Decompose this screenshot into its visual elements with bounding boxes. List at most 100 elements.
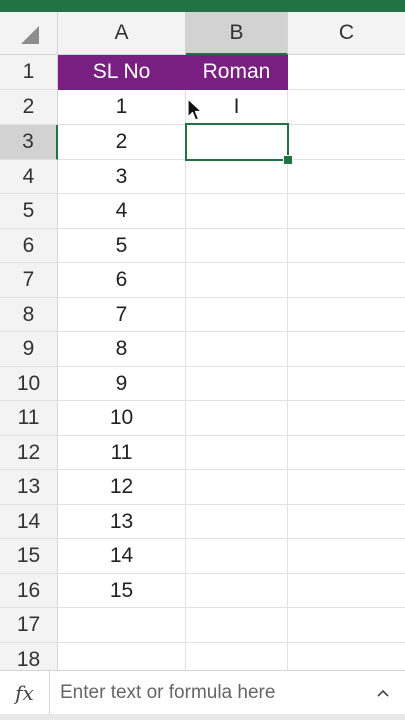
cell-b6[interactable] xyxy=(186,229,288,263)
cell-b17[interactable] xyxy=(186,608,288,643)
cell-c14[interactable] xyxy=(288,505,405,539)
cell-c11[interactable] xyxy=(288,401,405,436)
row-label: 7 xyxy=(22,268,35,291)
row-header-6[interactable]: 6 xyxy=(0,229,58,263)
cell-value: 10 xyxy=(109,406,134,429)
row-header-4[interactable]: 4 xyxy=(0,160,58,194)
cell-c4[interactable] xyxy=(288,160,405,194)
bottom-strip xyxy=(0,714,405,720)
cell-a16[interactable]: 15 xyxy=(58,574,186,608)
cell-c5[interactable] xyxy=(288,194,405,229)
cell-c1[interactable] xyxy=(288,55,405,90)
cell-c16[interactable] xyxy=(288,574,405,608)
cell-a4[interactable]: 3 xyxy=(58,160,186,194)
cell-c6[interactable] xyxy=(288,229,405,263)
cell-b9[interactable] xyxy=(186,332,288,367)
cell-a2[interactable]: 1 xyxy=(58,90,186,125)
cell-a17[interactable] xyxy=(58,608,186,643)
formula-input[interactable]: Enter text or formula here xyxy=(60,671,360,714)
insert-function-button[interactable]: fx xyxy=(0,671,50,714)
cell-b12[interactable] xyxy=(186,436,288,470)
cell-b5[interactable] xyxy=(186,194,288,229)
row-label: 13 xyxy=(16,475,41,498)
column-header-c[interactable]: C xyxy=(288,12,405,55)
cell-b10[interactable] xyxy=(186,367,288,401)
formula-bar: fx Enter text or formula here xyxy=(0,670,405,714)
row-header-9[interactable]: 9 xyxy=(0,332,58,367)
cell-a18[interactable] xyxy=(58,643,186,670)
select-all-button[interactable] xyxy=(0,12,58,55)
cell-c3[interactable] xyxy=(288,125,405,160)
row-header-18[interactable]: 18 xyxy=(0,643,58,670)
row-header-12[interactable]: 12 xyxy=(0,436,58,470)
cell-a10[interactable]: 9 xyxy=(58,367,186,401)
row-header-16[interactable]: 16 xyxy=(0,574,58,608)
fill-handle[interactable] xyxy=(283,155,293,165)
column-header-b[interactable]: B xyxy=(186,12,288,55)
cell-value: 9 xyxy=(115,371,128,395)
cell-c8[interactable] xyxy=(288,298,405,332)
row-label: 14 xyxy=(16,509,41,533)
cell-a1-header[interactable]: SL No xyxy=(58,55,186,90)
row-header-1[interactable]: 1 xyxy=(0,55,58,90)
row-label: 1 xyxy=(22,60,35,83)
cell-a8[interactable]: 7 xyxy=(58,298,186,332)
cell-b1-header[interactable]: Roman xyxy=(186,55,288,90)
cell-b16[interactable] xyxy=(186,574,288,608)
cell-c10[interactable] xyxy=(288,367,405,401)
cell-value: 1 xyxy=(115,95,128,118)
cell-value: 2 xyxy=(115,130,128,153)
cell-a12[interactable]: 11 xyxy=(58,436,186,470)
row-header-17[interactable]: 17 xyxy=(0,608,58,643)
row-label: 17 xyxy=(16,613,41,636)
row-header-14[interactable]: 14 xyxy=(0,505,58,539)
cell-b13[interactable] xyxy=(186,470,288,505)
header-label-roman: Roman xyxy=(202,60,271,83)
cell-value: 12 xyxy=(109,475,134,498)
cell-a3[interactable]: 2 xyxy=(58,125,186,160)
cell-a11[interactable]: 10 xyxy=(58,401,186,436)
cell-c2[interactable] xyxy=(288,90,405,125)
cell-c17[interactable] xyxy=(288,608,405,643)
row-header-15[interactable]: 15 xyxy=(0,539,58,574)
cell-value: 11 xyxy=(110,440,133,464)
cell-b3[interactable] xyxy=(186,125,288,160)
cell-a13[interactable]: 12 xyxy=(58,470,186,505)
cell-a7[interactable]: 6 xyxy=(58,263,186,298)
cell-a6[interactable]: 5 xyxy=(58,229,186,263)
cell-b11[interactable] xyxy=(186,401,288,436)
column-header-a[interactable]: A xyxy=(58,12,186,55)
cell-c9[interactable] xyxy=(288,332,405,367)
cell-value: 15 xyxy=(109,578,134,602)
cell-value: 14 xyxy=(109,544,134,567)
row-label: 12 xyxy=(16,440,41,464)
row-header-10[interactable]: 10 xyxy=(0,367,58,401)
row-header-7[interactable]: 7 xyxy=(0,263,58,298)
row-label: 10 xyxy=(16,371,41,395)
cell-b15[interactable] xyxy=(186,539,288,574)
cell-c7[interactable] xyxy=(288,263,405,298)
cell-a15[interactable]: 14 xyxy=(58,539,186,574)
row-header-13[interactable]: 13 xyxy=(0,470,58,505)
chevron-up-icon[interactable] xyxy=(375,671,391,714)
cell-b8[interactable] xyxy=(186,298,288,332)
row-header-11[interactable]: 11 xyxy=(0,401,58,436)
row-header-3[interactable]: 3 xyxy=(0,125,58,160)
cell-b14[interactable] xyxy=(186,505,288,539)
cell-c12[interactable] xyxy=(288,436,405,470)
cell-b4[interactable] xyxy=(186,160,288,194)
cell-a9[interactable]: 8 xyxy=(58,332,186,367)
cell-b7[interactable] xyxy=(186,263,288,298)
cell-c15[interactable] xyxy=(288,539,405,574)
cell-c18[interactable] xyxy=(288,643,405,670)
row-header-5[interactable]: 5 xyxy=(0,194,58,229)
row-header-8[interactable]: 8 xyxy=(0,298,58,332)
cell-a5[interactable]: 4 xyxy=(58,194,186,229)
cell-a14[interactable]: 13 xyxy=(58,505,186,539)
mouse-pointer-icon xyxy=(187,98,203,121)
cell-b18[interactable] xyxy=(186,643,288,670)
cell-value: 3 xyxy=(115,164,128,188)
cell-c13[interactable] xyxy=(288,470,405,505)
cell-value: 7 xyxy=(115,302,128,326)
row-header-2[interactable]: 2 xyxy=(0,90,58,125)
